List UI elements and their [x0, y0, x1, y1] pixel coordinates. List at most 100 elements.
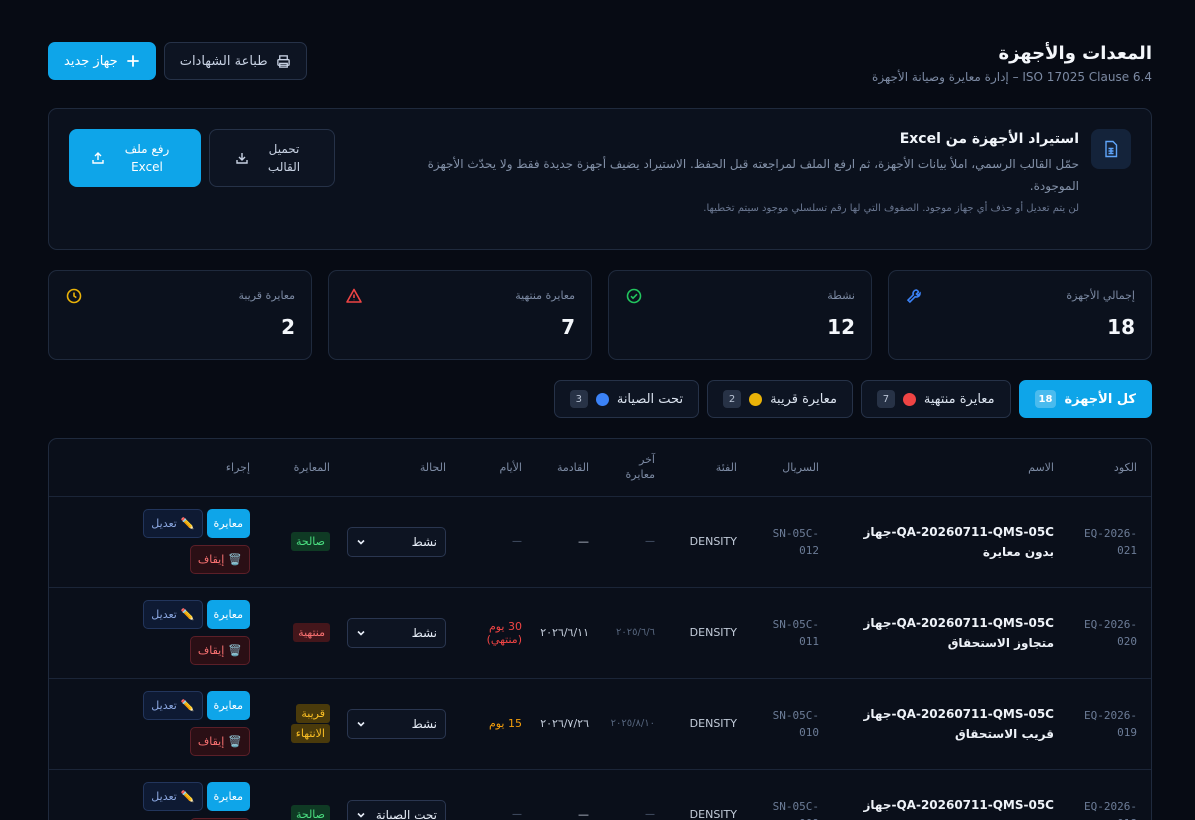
stop-label: إيقاف: [197, 553, 225, 566]
cell-days: 30 يوم (منتهي): [460, 587, 536, 679]
cell-calibration: صالحة: [264, 496, 344, 588]
column-header-action: إجراء: [49, 439, 264, 497]
cell-code: EQ-2026-021: [1068, 496, 1151, 588]
tab-expired-calibration[interactable]: معايرة منتهية 7: [860, 380, 1011, 418]
cell-category: DENSITY: [669, 587, 751, 679]
column-header-serial[interactable]: السريال: [751, 439, 833, 497]
calibrate-button[interactable]: معايرة: [206, 509, 250, 538]
stat-value: 2: [281, 315, 295, 339]
calibrate-button[interactable]: معايرة: [206, 782, 250, 811]
stat-label: معايرة قريبة: [238, 289, 295, 302]
cell-next-calibration: ٢٠٢٦/٧/٢٦: [536, 678, 603, 770]
column-header-last-calibration-label: آخر معايرة: [625, 453, 655, 482]
cell-last-calibration: —: [603, 496, 669, 588]
actions-top: معايرة ✏️ تعديل: [143, 600, 250, 629]
red-dot-icon: [902, 392, 916, 406]
import-description: حمّل القالب الرسمي، املأ بيانات الأجهزة،…: [427, 157, 1079, 193]
edit-button[interactable]: ✏️ تعديل: [143, 782, 203, 811]
status-select[interactable]: نشط: [347, 526, 446, 557]
upload-excel-button[interactable]: رفع ملف Excel: [69, 129, 201, 187]
row-actions: معايرة ✏️تعديل 🗑️إيقاف: [61, 600, 250, 665]
excel-import-card: استيراد الأجهزة من Excel حمّل القالب الر…: [48, 108, 1152, 250]
cell-status: نشط: [344, 678, 460, 770]
page-subtitle: ISO 17025 Clause 6.4 – إدارة معايرة وصيا…: [872, 70, 1152, 84]
column-header-last-calibration[interactable]: آخر معايرة: [603, 439, 669, 497]
equipment-table-container: الكود الاسم السريال الفئة آخر معايرة الق…: [48, 438, 1152, 820]
column-header-status[interactable]: الحالة: [344, 439, 460, 497]
cell-serial: SN-05C-009: [751, 769, 833, 820]
tab-upcoming-calibration[interactable]: معايرة قريبة 2: [707, 380, 853, 418]
header-actions: جهاز جديد طباعة الشهادات: [48, 42, 307, 80]
new-device-button[interactable]: جهاز جديد: [48, 42, 156, 80]
stop-button[interactable]: 🗑️إيقاف: [189, 636, 250, 665]
print-certificates-button[interactable]: طباعة الشهادات: [163, 42, 307, 80]
download-template-button[interactable]: تحميل القالب: [209, 129, 335, 187]
pencil-icon: ✏️: [180, 608, 195, 621]
calibrate-button[interactable]: معايرة: [206, 600, 250, 629]
check-circle-icon: [626, 288, 642, 304]
column-header-next-calibration[interactable]: القادمة: [536, 439, 603, 497]
cell-last-calibration: —: [603, 769, 669, 820]
stat-value: 18: [1107, 315, 1135, 339]
print-certificates-label: طباعة الشهادات: [179, 53, 268, 69]
column-header-code[interactable]: الكود: [1068, 439, 1151, 497]
trash-icon: 🗑️: [228, 735, 242, 748]
stat-value: 7: [561, 315, 575, 339]
column-header-calibration[interactable]: المعايرة: [264, 439, 344, 497]
cell-code: EQ-2026-018: [1068, 769, 1151, 820]
pencil-icon: ✏️: [180, 790, 195, 803]
column-header-name[interactable]: الاسم: [833, 439, 1068, 497]
chevron-down-icon: [357, 539, 365, 545]
actions-top: معايرة ✏️ تعديل: [143, 782, 250, 811]
page-title: المعدات والأجهزة: [998, 43, 1152, 64]
cell-serial: SN-05C-011: [751, 587, 833, 679]
status-select-value: نشط: [411, 534, 437, 549]
cell-name: QA-20260711-QMS-05C-جهاز تحت الصيانة: [833, 769, 1068, 820]
warning-icon: [346, 288, 362, 303]
edit-button[interactable]: ✏️ تعديل: [143, 509, 203, 538]
cell-next-calibration: ٢٠٢٦/٦/١١: [536, 587, 603, 679]
stat-label: معايرة منتهية: [515, 289, 575, 302]
table-row[interactable]: EQ-2026-019 QA-20260711-QMS-05C-جهاز قري…: [49, 678, 1151, 770]
yellow-dot-icon: [749, 392, 763, 406]
tab-under-maintenance[interactable]: تحت الصيانة 3: [553, 380, 700, 418]
cell-calibration: قريبة الانتهاء: [264, 678, 344, 770]
edit-label: تعديل: [151, 790, 177, 803]
printer-icon: [276, 54, 290, 68]
filter-tabs: كل الأجهزة 18 معايرة منتهية 7 معايرة قري…: [48, 380, 1152, 418]
cell-category: DENSITY: [669, 678, 751, 770]
cell-name: QA-20260711-QMS-05C-جهاز بدون معايرة: [833, 496, 1068, 588]
status-select[interactable]: تحت الصيانة: [347, 799, 446, 820]
cell-calibration: منتهية: [264, 587, 344, 679]
upload-icon: [92, 152, 104, 164]
page-header: المعدات والأجهزة ISO 17025 Clause 6.4 – …: [48, 42, 1152, 92]
status-select-value: تحت الصيانة: [375, 807, 437, 820]
header-titles: المعدات والأجهزة ISO 17025 Clause 6.4 – …: [872, 42, 1152, 84]
status-select[interactable]: نشط: [347, 708, 446, 739]
tab-label: تحت الصيانة: [616, 391, 684, 407]
cell-actions: معايرة ✏️تعديل 🗑️إيقاف: [49, 587, 264, 679]
status-select[interactable]: نشط: [347, 617, 446, 648]
column-header-days[interactable]: الأيام: [460, 439, 536, 497]
column-header-category[interactable]: الفئة: [669, 439, 751, 497]
table-row[interactable]: EQ-2026-021 QA-20260711-QMS-05C-جهاز بدو…: [49, 496, 1151, 588]
stop-button[interactable]: 🗑️إيقاف: [189, 545, 250, 574]
calibrate-button[interactable]: معايرة: [206, 691, 250, 720]
pencil-icon: ✏️: [180, 699, 195, 712]
edit-label: تعديل: [151, 517, 177, 530]
cell-days: 15 يوم: [460, 678, 536, 770]
import-text: استيراد الأجهزة من Excel حمّل القالب الر…: [389, 131, 1079, 214]
stop-button[interactable]: 🗑️إيقاف: [189, 727, 250, 756]
tab-all-devices[interactable]: كل الأجهزة 18: [1018, 380, 1152, 418]
edit-button[interactable]: ✏️ تعديل: [143, 600, 203, 629]
table-row[interactable]: EQ-2026-018 QA-20260711-QMS-05C-جهاز تحت…: [49, 769, 1151, 820]
upload-excel-label: رفع ملف Excel: [124, 142, 170, 174]
stat-value: 12: [827, 315, 855, 339]
table-row[interactable]: EQ-2026-020 QA-20260711-QMS-05C-جهاز متج…: [49, 587, 1151, 679]
cell-last-calibration: ٢٠٢٥/٦/٦: [603, 587, 669, 679]
cell-status: نشط: [344, 496, 460, 588]
edit-button[interactable]: ✏️ تعديل: [143, 691, 203, 720]
chevron-down-icon: [357, 721, 365, 727]
calibration-badge-line1: قريبة: [296, 704, 330, 723]
trash-icon: 🗑️: [228, 553, 242, 566]
